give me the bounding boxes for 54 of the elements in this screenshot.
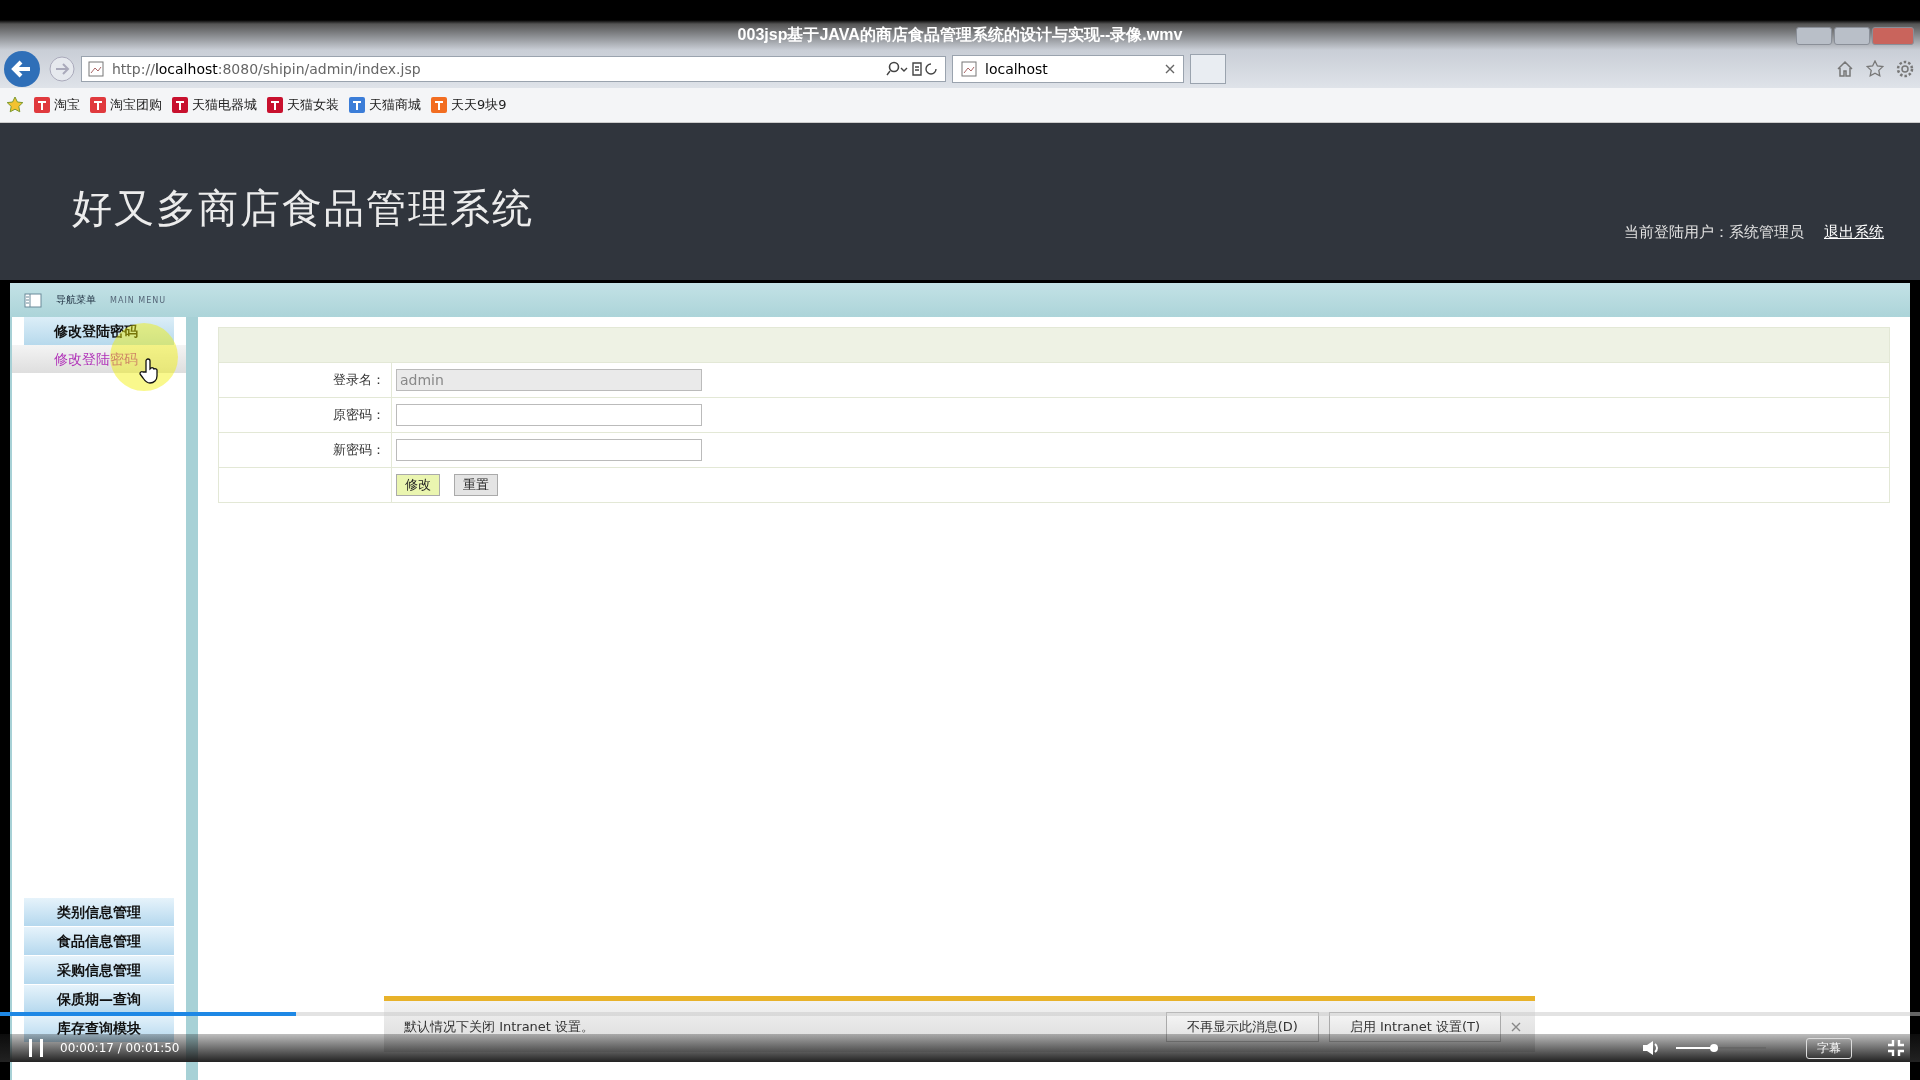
page-icon [88,61,104,77]
menu-section[interactable]: 保质期—查询 [24,985,174,1013]
input-field[interactable] [396,404,702,426]
close-icon[interactable] [1511,1021,1521,1032]
favorite-link[interactable]: 天猫电器城 [192,96,257,114]
video-title: 003jsp基于JAVA的商店食品管理系统的设计与实现--录像.wmv [737,25,1183,45]
new-tab-button[interactable] [1190,54,1226,84]
menu-section[interactable]: 食品信息管理 [24,927,174,955]
star-icon[interactable] [1866,60,1884,78]
form-button[interactable]: 重置 [454,474,498,496]
minimize-button[interactable] [1796,27,1832,45]
favorite-link[interactable]: 天猫女装 [287,96,339,114]
notification-button[interactable]: 不再显示此消息(D) [1165,1011,1319,1042]
exit-fullscreen-icon[interactable] [1888,1040,1904,1056]
close-tab-icon[interactable] [1165,64,1175,74]
browser-tab[interactable]: localhost [952,55,1184,83]
forward-button[interactable] [49,56,75,82]
menu-title: 导航菜单 [56,293,96,307]
input-field[interactable] [396,439,702,461]
volume-icon[interactable] [1642,1040,1660,1056]
menu-item[interactable]: 修改登陆密码 [12,345,186,373]
favorites-star-icon[interactable] [6,96,24,114]
field-label: 登录名： [219,363,392,397]
menu-section[interactable]: 采购信息管理 [24,956,174,984]
favorite-link[interactable]: 天天9块9 [451,96,507,114]
notification-message: 默认情况下关闭 Intranet 设置。 [404,1017,596,1036]
subtitle-button[interactable]: 字幕 [1806,1037,1852,1059]
current-user-text: 当前登陆用户：系统管理员 [1624,223,1804,242]
home-icon[interactable] [1836,60,1854,78]
video-time: 00:00:17 / 00:01:50 [60,1041,180,1055]
address-bar[interactable]: http://localhost:8080/shipin/admin/index.jsp [81,56,946,82]
notification-button[interactable]: 启用 Intranet 设置(T) [1328,1011,1501,1042]
hand-cursor-icon [139,358,161,384]
field-label: 原密码： [219,398,392,432]
favorite-link[interactable]: 淘宝 [54,96,80,114]
maximize-button[interactable] [1834,27,1870,45]
menu-subtitle: MAIN MENU [110,295,167,305]
back-button[interactable] [3,50,41,88]
settings-icon[interactable] [1896,60,1914,78]
menu-section[interactable]: 库存查询模块 [24,1014,174,1042]
menu-section[interactable]: 类别信息管理 [24,898,174,926]
page-icon [961,61,977,77]
form-button[interactable]: 修改 [396,474,440,496]
favorite-link[interactable]: 天猫商城 [369,96,421,114]
site-title: 好又多商店食品管理系统 [72,184,534,233]
menu-item[interactable]: 修改登陆密码 [24,317,174,345]
logout-link[interactable]: 退出系统 [1824,223,1884,242]
video-progress-track[interactable] [0,1012,1920,1016]
address-tools-icon[interactable] [885,61,939,77]
menu-icon [24,292,42,308]
pause-icon[interactable] [28,1039,44,1057]
favorite-link[interactable]: 淘宝团购 [110,96,162,114]
url-text: http://localhost:8080/shipin/admin/index.jsp [112,61,422,77]
field-label: 新密码： [219,433,392,467]
